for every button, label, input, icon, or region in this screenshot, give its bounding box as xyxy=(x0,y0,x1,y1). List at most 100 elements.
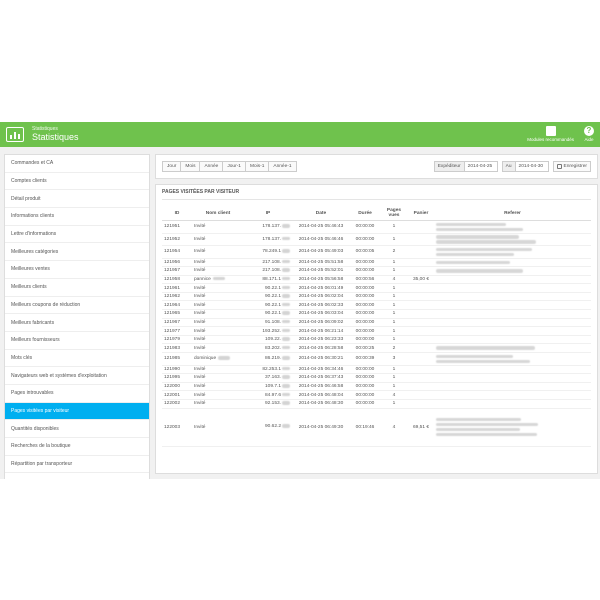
redacted-referer[interactable] xyxy=(436,422,538,427)
sidebar-item[interactable]: Meilleurs coupons de réduction xyxy=(5,297,149,315)
table-row[interactable]: 121964 Invité 90.22.1 2014-04-25 06:02:33 00… xyxy=(162,300,591,311)
sidebar-item[interactable]: Répartition par transporteur xyxy=(5,456,149,474)
cell-ip: 109.7.1 xyxy=(244,382,292,392)
table-row[interactable]: 121951 Invité 178.137. 2014-04-25 05:46:43 0… xyxy=(162,220,591,234)
table-row[interactable]: 122003 Invité 90.62.2 2014-04-25 06:49:30 00… xyxy=(162,408,591,447)
cell-cart xyxy=(408,318,434,328)
table-row[interactable]: 121961 Invité 90.22.1 2014-04-25 06:01:49 00… xyxy=(162,283,591,293)
sidebar-item[interactable]: Quantités disponibles xyxy=(5,420,149,438)
sidebar-item[interactable]: Meilleurs clients xyxy=(5,279,149,297)
cell-ip: 37.163. xyxy=(244,373,292,383)
period-button[interactable]: Jour-1 xyxy=(222,161,246,172)
table-row[interactable]: 121958 pannice 88.171.1 2014-04-25 05:56:58… xyxy=(162,275,591,285)
from-date-input[interactable]: 2014-04-25 xyxy=(463,161,498,172)
table-row[interactable]: 121965 Invité 90.22.1 2014-04-25 06:03:04 00… xyxy=(162,309,591,319)
period-button[interactable]: Année xyxy=(199,161,224,172)
table-row[interactable]: 121962 Invité 90.22.1 2014-04-25 06:02:04 00… xyxy=(162,292,591,302)
recommended-modules-button[interactable]: Modules recommandés xyxy=(527,126,574,143)
cell-pages-viewed: 1 xyxy=(380,258,408,268)
sidebar-item[interactable]: Recherches de la boutique xyxy=(5,438,149,456)
redacted-referer[interactable] xyxy=(436,247,532,251)
sidebar-item[interactable]: Meilleurs fournisseurs xyxy=(5,332,149,350)
cell-ip: 91.108. xyxy=(244,318,292,328)
period-button[interactable]: Mois xyxy=(180,161,201,172)
table-row[interactable]: 121967 Invité 91.108. 2014-04-25 06:09:02 00… xyxy=(162,318,591,328)
client-name-text: pannice xyxy=(194,276,211,282)
cell-referer xyxy=(434,292,591,302)
sidebar-item[interactable]: Détail produit xyxy=(5,190,149,209)
redacted-referer[interactable] xyxy=(436,432,537,437)
redacted-referer[interactable] xyxy=(436,222,506,226)
cell-referer xyxy=(434,365,591,375)
table-row[interactable]: 121990 Invité 82.253.1 2014-04-25 06:34:46 0… xyxy=(162,365,591,375)
page-title: Statistiques xyxy=(32,132,79,142)
sidebar-item[interactable]: Meilleures catégories xyxy=(5,243,149,262)
column-header[interactable]: Date xyxy=(292,206,350,221)
table-row[interactable]: 122002 Invité 92.153. 2014-04-25 06:48:30 00… xyxy=(162,399,591,409)
redacted-referer[interactable] xyxy=(436,235,519,239)
redacted-referer[interactable] xyxy=(436,359,530,364)
sidebar-item[interactable]: Pages visitées par visiteur xyxy=(5,402,149,421)
column-header[interactable]: ID xyxy=(162,206,192,221)
cell-duration: 00:00:05 xyxy=(350,245,380,259)
sidebar-item[interactable]: Lettre d'informations xyxy=(5,226,149,244)
redacted-referer[interactable] xyxy=(436,240,536,244)
table-row[interactable]: 121995 Invité 37.163. 2014-04-25 06:37:43 00… xyxy=(162,373,591,383)
sidebar-item[interactable]: Meilleurs fabricants xyxy=(5,314,149,332)
cell-pages-viewed: 1 xyxy=(380,233,408,246)
date-range: Expéditeur 2014-04-25 Au 2014-04-30 Enre… xyxy=(433,161,591,172)
cell-referer xyxy=(434,233,591,246)
table-row[interactable]: 121952 Invité 178.137. 2014-04-25 05:46:46 0… xyxy=(162,233,591,246)
redacted-referer[interactable] xyxy=(436,252,514,256)
cell-id: 122003 xyxy=(162,408,192,447)
sidebar-item[interactable]: Pages introuvables xyxy=(5,385,149,403)
redacted-referer[interactable] xyxy=(436,427,520,432)
period-button[interactable]: Mois-1 xyxy=(244,161,270,172)
cell-duration: 00:00:00 xyxy=(350,365,380,375)
sidebar-item[interactable]: Sites affiliés xyxy=(5,473,149,480)
sidebar-item[interactable]: Comptes clients xyxy=(5,173,149,191)
period-button[interactable]: Année-1 xyxy=(268,161,297,172)
cell-referer xyxy=(434,343,591,354)
redacted-referer[interactable] xyxy=(436,354,513,359)
table-row[interactable]: 121956 Invité 217.108. 2014-04-25 05:51:58 0… xyxy=(162,258,591,268)
period-button[interactable]: Jour xyxy=(162,161,182,172)
help-button[interactable]: ? Aide xyxy=(584,126,594,143)
breadcrumb[interactable]: Statistiques xyxy=(32,127,79,132)
cell-pages-viewed: 1 xyxy=(380,300,408,311)
save-button[interactable]: Enregistrer xyxy=(552,161,591,172)
sidebar-item[interactable]: Mots clés xyxy=(5,350,149,368)
column-header[interactable]: Nom client xyxy=(192,206,244,221)
header-bar: Statistiques Statistiques Modules recomm… xyxy=(0,122,600,147)
column-header[interactable]: Panier xyxy=(408,206,434,221)
cell-id: 121990 xyxy=(162,365,192,375)
table-row[interactable]: 121957 Invité 217.108. 2014-04-25 05:52:01 0… xyxy=(162,266,591,276)
redacted-ip xyxy=(282,384,290,388)
redacted-referer[interactable] xyxy=(436,260,510,265)
ip-text: 92.153. xyxy=(264,401,281,407)
client-name-text: Invité xyxy=(194,249,206,255)
redacted-ip xyxy=(282,328,290,333)
redacted-referer[interactable] xyxy=(436,417,521,422)
sidebar-item[interactable]: Informations clients xyxy=(5,208,149,226)
table-row[interactable]: 121983 Invité 83.202. 2014-04-25 06:28:58 00… xyxy=(162,343,591,354)
column-header[interactable]: Pages vues xyxy=(380,206,408,221)
table-row[interactable]: 121954 Invité 78.249.1 2014-04-25 05:49:03 0… xyxy=(162,245,591,259)
cell-ip: 88.171.1 xyxy=(244,275,292,285)
table-row[interactable]: 121977 Invité 193.252. 2014-04-25 06:21:14 0… xyxy=(162,326,591,336)
table-row[interactable]: 121985 dominique 86.219. 2014-04-25 06:30:2… xyxy=(162,352,591,366)
to-date-input[interactable]: 2014-04-30 xyxy=(514,161,549,172)
column-header[interactable]: IP xyxy=(244,206,292,221)
table-row[interactable]: 122000 Invité 109.7.1 2014-04-25 06:46:58 00… xyxy=(162,382,591,392)
sidebar-item[interactable]: Commandes et CA xyxy=(5,155,149,173)
column-header[interactable]: Referer xyxy=(434,206,591,221)
redacted-referer[interactable] xyxy=(436,269,523,273)
cell-duration: 00:00:00 xyxy=(350,300,380,311)
column-header[interactable]: Durée xyxy=(350,206,380,221)
redacted-referer[interactable] xyxy=(436,227,523,231)
table-row[interactable]: 121979 Invité 109.22. 2014-04-25 06:23:33 00… xyxy=(162,335,591,345)
redacted-referer[interactable] xyxy=(436,346,535,350)
table-row[interactable]: 122001 Invité 84.97.6 2014-04-25 06:48:04 00… xyxy=(162,390,591,400)
sidebar-item[interactable]: Meilleures ventes xyxy=(5,261,149,279)
sidebar-item[interactable]: Navigateurs web et systèmes d'exploitati… xyxy=(5,367,149,385)
